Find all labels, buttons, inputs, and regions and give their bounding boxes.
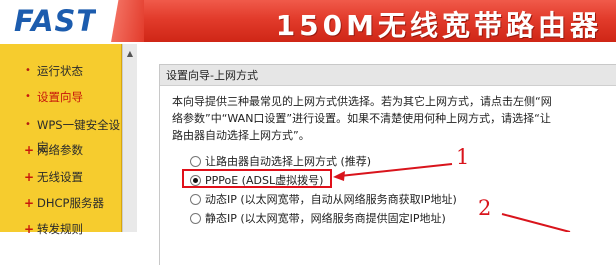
annotation-number-1: 1: [456, 145, 470, 169]
annotation-arrows: [333, 163, 571, 232]
annotation-number-2: 2: [478, 196, 492, 220]
